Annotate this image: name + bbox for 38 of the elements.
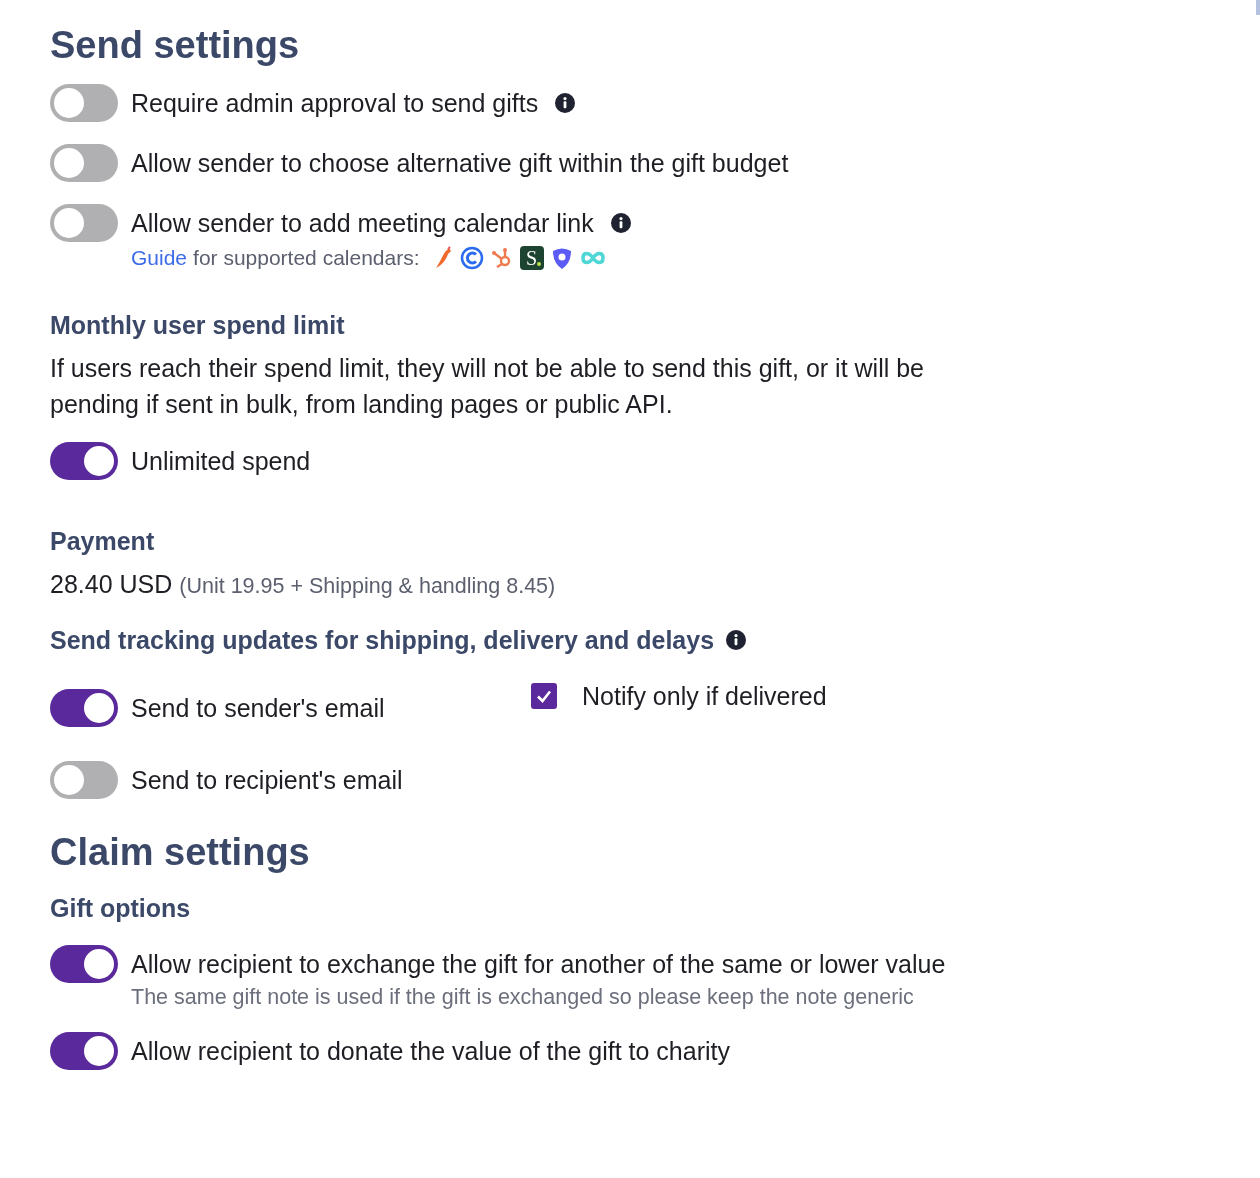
- pepper-icon: [433, 246, 454, 270]
- scrollbar-thumb[interactable]: [1256, 0, 1260, 15]
- description-text: If users reach their spend limit, they will not be able to send this gift, or it will be pending if sent in bulk, from landing pages or public API.: [50, 353, 926, 420]
- info-icon[interactable]: [555, 93, 576, 113]
- toggle-switch[interactable]: [50, 689, 118, 727]
- toggle-label: Allow recipient to exchange the gift for another of the same or lower value: [131, 949, 946, 979]
- subsection-title: Send tracking updates for shipping, delivery and delays: [50, 625, 715, 655]
- section-title: Claim settings: [50, 830, 311, 875]
- hint-text: The same gift note is used if the gift is exchanged so please keep the note generic: [131, 985, 915, 1010]
- guide-link[interactable]: Guide: [131, 246, 188, 270]
- toggle-label: Allow sender to add meeting calendar link: [131, 208, 594, 238]
- checkbox-label: Notify only if delivered: [582, 681, 827, 711]
- toggle-label: Send to sender's email: [131, 693, 385, 723]
- c-ring-icon: [459, 246, 484, 270]
- subsection-title: Payment: [50, 526, 156, 556]
- toggle-label: Require admin approval to send gifts: [131, 88, 539, 118]
- checkbox[interactable]: [531, 683, 557, 709]
- guide-text: for supported calendars:: [193, 246, 420, 270]
- toggle-switch[interactable]: [50, 761, 118, 799]
- toggle-label: Allow sender to choose alternative gift within the gift budget: [131, 148, 789, 178]
- toggle-switch[interactable]: [50, 945, 118, 983]
- toggle-switch[interactable]: [50, 204, 118, 242]
- toggle-label: Send to recipient's email: [131, 765, 403, 795]
- payment-breakdown: (Unit 19.95 + Shipping & handling 8.45): [179, 574, 556, 599]
- subsection-title: Gift options: [50, 893, 192, 923]
- toggle-label: Allow recipient to donate the value of the gift to charity: [131, 1036, 730, 1066]
- payment-amount: 28.40 USD: [50, 570, 173, 599]
- info-icon[interactable]: [726, 630, 747, 650]
- info-icon[interactable]: [610, 213, 631, 233]
- s-logo-icon: S: [519, 246, 544, 270]
- infinity-icon: [579, 250, 606, 266]
- section-title: Send settings: [50, 23, 301, 68]
- toggle-switch[interactable]: [50, 1032, 118, 1070]
- subsection-title: Monthly user spend limit: [50, 310, 346, 340]
- toggle-switch[interactable]: [50, 144, 118, 182]
- toggle-switch[interactable]: [50, 84, 118, 122]
- toggle-switch[interactable]: [50, 442, 118, 480]
- toggle-label: Unlimited spend: [131, 446, 311, 476]
